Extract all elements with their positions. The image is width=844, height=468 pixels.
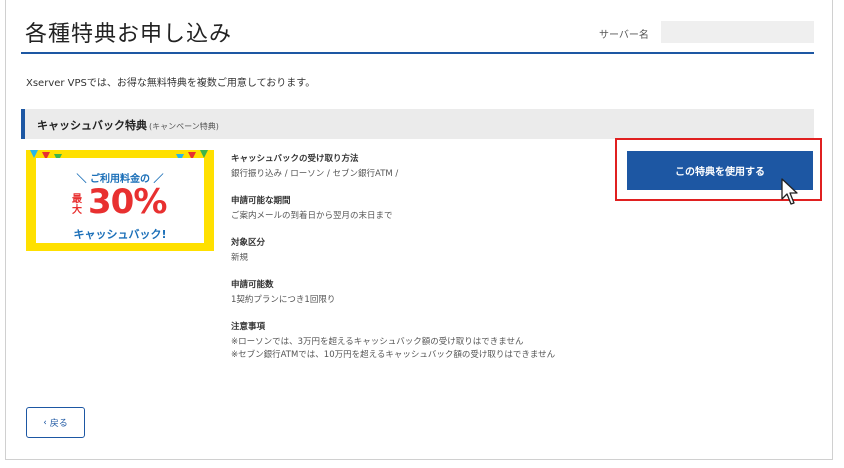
detail-value: 1契約プランにつき1回限り xyxy=(231,295,336,305)
detail-label: 注意事項 xyxy=(231,322,266,332)
section-header: キャッシュバック特典 (キャンペーン特典) xyxy=(21,109,814,139)
detail-item: 申請可能数 1契約プランにつき1回限り xyxy=(231,278,611,305)
detail-item: 注意事項 ※ローソンでは、3万円を超えるキャッシュバック額の受け取りはできません… xyxy=(231,320,611,360)
back-button[interactable]: ‹ 戻る xyxy=(26,407,85,438)
detail-value: ご案内メールの到着日から翌月の末日まで xyxy=(231,211,393,221)
section-title: キャッシュバック特典 (キャンペーン特典) xyxy=(37,117,219,133)
page-title: 各種特典お申し込み xyxy=(25,22,233,47)
detail-value: 新規 xyxy=(231,253,249,263)
bunting-flag xyxy=(200,150,208,158)
back-button-label: 戻る xyxy=(49,419,68,429)
detail-label: 申請可能な期間 xyxy=(231,196,291,206)
detail-value: 銀行振り込み / ローソン / セブン銀行ATM / xyxy=(231,169,399,179)
server-name-label: サーバー名 xyxy=(599,30,649,41)
banner-percentage: 30% xyxy=(88,182,167,222)
detail-label: 申請可能数 xyxy=(231,280,274,290)
server-name-value xyxy=(661,21,814,43)
mouse-pointer-icon xyxy=(781,178,798,205)
cashback-banner: ＼ ご利用料金の ／ 最大 30% キャッシュバック! xyxy=(26,150,214,251)
banner-inner: ＼ ご利用料金の ／ 最大 30% キャッシュバック! xyxy=(36,158,204,243)
detail-label: キャッシュバックの受け取り方法 xyxy=(231,154,359,164)
intro-text: Xserver VPSでは、お得な無料特典を複数ご用意しております。 xyxy=(26,78,316,89)
benefit-details: キャッシュバックの受け取り方法 銀行振り込み / ローソン / セブン銀行ATM… xyxy=(231,152,611,375)
section-title-text: キャッシュバック特典 xyxy=(37,119,147,132)
detail-label: 対象区分 xyxy=(231,238,266,248)
chevron-left-icon: ‹ xyxy=(43,417,47,428)
banner-prefix: 最大 xyxy=(72,194,82,216)
page-header: 各種特典お申し込み サーバー名 xyxy=(21,10,814,54)
detail-value: ※ローソンでは、3万円を超えるキャッシュバック額の受け取りはできません xyxy=(231,337,524,347)
bunting-flag xyxy=(30,150,38,158)
banner-bottom-text: キャッシュバック! xyxy=(73,228,167,241)
detail-item: 対象区分 新規 xyxy=(231,236,611,263)
detail-item: キャッシュバックの受け取り方法 銀行振り込み / ローソン / セブン銀行ATM… xyxy=(231,152,611,179)
detail-item: 申請可能な期間 ご案内メールの到着日から翌月の末日まで xyxy=(231,194,611,221)
section-subtitle: (キャンペーン特典) xyxy=(149,122,219,131)
detail-value: ※セブン銀行ATMでは、10万円を超えるキャッシュバック額の受け取りはできません xyxy=(231,350,556,360)
